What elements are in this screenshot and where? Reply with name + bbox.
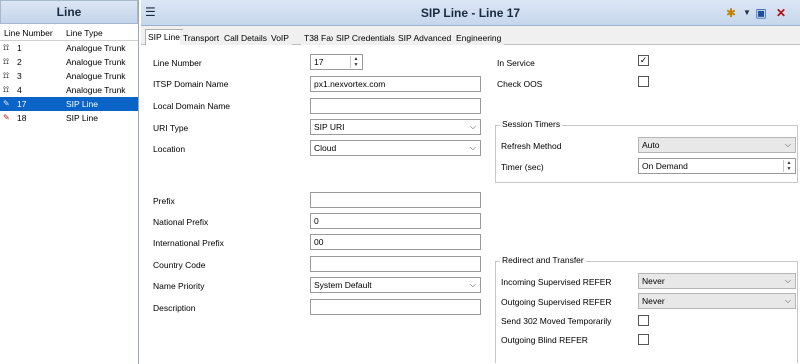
session-timers-group: [495, 125, 798, 183]
send-302-label: Send 302 Moved Temporarily: [501, 316, 612, 326]
analogue-trunk-icon: ⟟⟟: [3, 43, 9, 52]
list-item[interactable]: ⟟⟟ 1 Analogue Trunk: [0, 41, 138, 55]
check-icon: ✓: [639, 55, 648, 65]
line-number: 4: [17, 85, 22, 95]
incoming-refer-label: Incoming Supervised REFER: [501, 277, 612, 287]
analogue-trunk-icon: ⟟⟟: [3, 85, 9, 94]
line-type: Analogue Trunk: [66, 43, 126, 53]
check-oos-checkbox[interactable]: [638, 76, 649, 87]
description-field[interactable]: [310, 299, 481, 315]
line-number-label: Line Number: [153, 58, 202, 68]
list-item[interactable]: ✎ 18 SIP Line: [0, 111, 138, 125]
tab-voip[interactable]: VoIP: [268, 30, 292, 45]
itsp-domain-label: ITSP Domain Name: [153, 79, 229, 89]
national-prefix-field[interactable]: 0: [310, 213, 481, 229]
location-select[interactable]: Cloud ⌵: [310, 140, 481, 156]
blind-refer-checkbox[interactable]: [638, 334, 649, 345]
line-number: 17: [17, 99, 27, 109]
sip-line-form: Line Number 17 ▲ ▼ ITSP Domain Name px1.n…: [141, 45, 800, 364]
list-header: Line Number Line Type: [0, 24, 138, 41]
location-label: Location: [153, 144, 186, 154]
save-icon[interactable]: ▣: [753, 5, 769, 21]
tab-sip-credentials[interactable]: SIP Credentials: [333, 30, 398, 45]
line-number: 18: [17, 113, 27, 123]
column-header-line-type[interactable]: Line Type: [66, 28, 103, 38]
new-icon[interactable]: ✱: [723, 5, 739, 21]
local-domain-field[interactable]: [310, 98, 481, 114]
name-priority-select[interactable]: System Default ⌵: [310, 277, 481, 293]
itsp-domain-field[interactable]: px1.nexvortex.com: [310, 76, 481, 92]
country-code-field[interactable]: [310, 256, 481, 272]
line-type: Analogue Trunk: [66, 85, 126, 95]
tab-engineering[interactable]: Engineering: [453, 30, 505, 45]
analogue-trunk-icon: ⟟⟟: [3, 71, 9, 80]
tab-call-details[interactable]: Call Details: [221, 30, 270, 45]
refresh-method-label: Refresh Method: [501, 141, 562, 151]
uri-type-label: URI Type: [153, 123, 189, 133]
outgoing-refer-label: Outgoing Supervised REFER: [501, 297, 612, 307]
in-service-label: In Service: [497, 58, 535, 68]
description-label: Description: [153, 303, 196, 313]
line-type: Analogue Trunk: [66, 57, 126, 67]
prefix-field[interactable]: [310, 192, 481, 208]
list-item[interactable]: ⟟⟟ 4 Analogue Trunk: [0, 83, 138, 97]
tab-sip-advanced[interactable]: SIP Advanced: [395, 30, 455, 45]
analogue-trunk-icon: ⟟⟟: [3, 57, 9, 66]
chevron-down-icon: ⌵: [469, 280, 476, 289]
name-priority-label: Name Priority: [153, 281, 205, 291]
details-panel: ☰ SIP Line - Line 17 ✱ ▼ ▣ ✕ SIP Line Tr…: [141, 0, 800, 364]
blind-refer-label: Outgoing Blind REFER: [501, 335, 588, 345]
refresh-method-select[interactable]: Auto ⌵: [638, 137, 796, 153]
line-number: 3: [17, 71, 22, 81]
timer-label: Timer (sec): [501, 162, 544, 172]
uri-type-select[interactable]: SIP URI ⌵: [310, 119, 481, 135]
chevron-down-icon: ⌵: [469, 122, 476, 131]
close-icon[interactable]: ✕: [773, 5, 789, 21]
spinner-icon[interactable]: ▲ ▼: [783, 160, 794, 172]
session-timers-title: Session Timers: [500, 119, 563, 129]
list-item-selected[interactable]: ✎ 17 SIP Line: [0, 97, 138, 111]
local-domain-label: Local Domain Name: [153, 101, 231, 111]
international-prefix-label: International Prefix: [153, 238, 224, 248]
chevron-down-icon: ⌵: [469, 143, 476, 152]
column-header-line-number[interactable]: Line Number: [4, 28, 53, 38]
tab-sip-line[interactable]: SIP Line: [145, 29, 183, 46]
title-bar: ☰ SIP Line - Line 17 ✱ ▼ ▣ ✕: [141, 0, 800, 26]
panel-title: Line: [0, 0, 138, 24]
sip-line-icon: ✎: [3, 113, 10, 122]
outgoing-refer-select[interactable]: Never ⌵: [638, 293, 796, 309]
line-list: ⟟⟟ 1 Analogue Trunk ⟟⟟ 2 Analogue Trunk …: [0, 41, 138, 125]
timer-stepper[interactable]: On Demand ▲ ▼: [638, 158, 796, 174]
page-title: SIP Line - Line 17: [420, 6, 521, 20]
redirect-transfer-title: Redirect and Transfer: [500, 255, 586, 265]
prefix-label: Prefix: [153, 196, 175, 206]
country-code-label: Country Code: [153, 260, 206, 270]
line-type: SIP Line: [66, 99, 98, 109]
tab-transport[interactable]: Transport: [180, 30, 223, 45]
sip-line-icon: ✎: [3, 99, 10, 108]
line-number: 2: [17, 57, 22, 67]
list-item[interactable]: ⟟⟟ 3 Analogue Trunk: [0, 69, 138, 83]
chevron-down-icon: ⌵: [784, 140, 791, 149]
line-number-stepper[interactable]: 17 ▲ ▼: [310, 54, 363, 70]
line-type: SIP Line: [66, 113, 98, 123]
chevron-down-icon: ⌵: [784, 296, 791, 305]
send-302-checkbox[interactable]: [638, 315, 649, 326]
chevron-down-icon: ⌵: [784, 276, 791, 285]
national-prefix-label: National Prefix: [153, 217, 209, 227]
line-list-panel: Line Line Number Line Type ⟟⟟ 1 Analogue…: [0, 0, 139, 364]
in-service-checkbox[interactable]: ✓: [638, 55, 649, 66]
tab-bar: SIP Line Transport Call Details VoIP T38…: [141, 29, 800, 46]
check-oos-label: Check OOS: [497, 79, 543, 89]
spinner-icon[interactable]: ▲ ▼: [350, 56, 361, 68]
line-type: Analogue Trunk: [66, 71, 126, 81]
international-prefix-field[interactable]: 00: [310, 234, 481, 250]
list-item[interactable]: ⟟⟟ 2 Analogue Trunk: [0, 55, 138, 69]
line-number: 1: [17, 43, 22, 53]
incoming-refer-select[interactable]: Never ⌵: [638, 273, 796, 289]
